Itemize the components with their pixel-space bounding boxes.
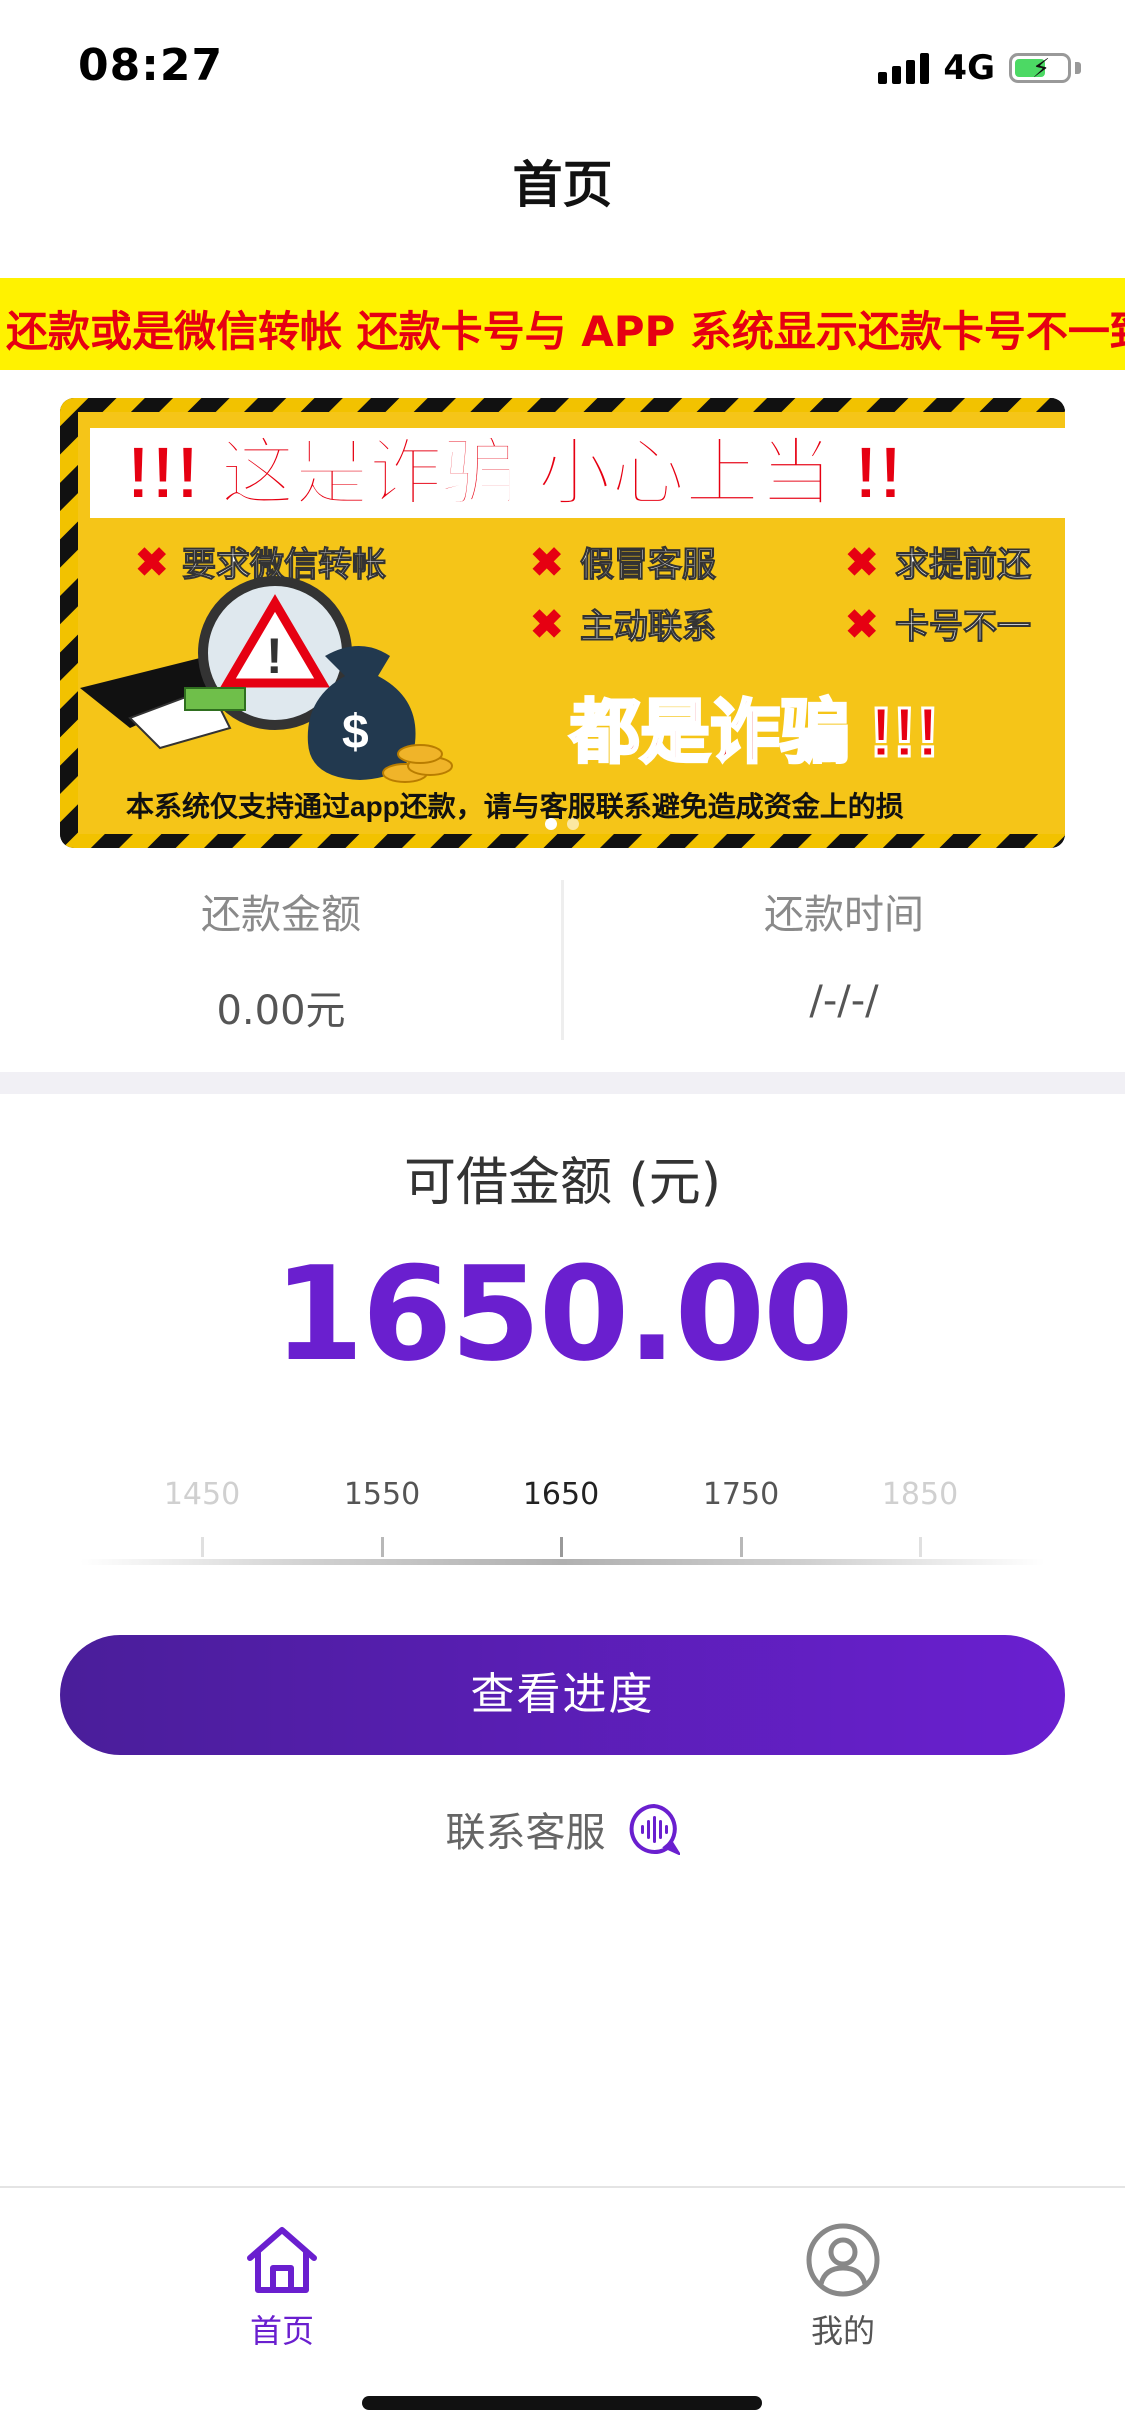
ruler-tick <box>381 1537 384 1557</box>
ruler-tick-label: 1550 <box>343 1477 421 1512</box>
banner-item-2: 假冒客服 <box>580 545 716 584</box>
ruler-track <box>80 1559 1045 1565</box>
repay-amount-label: 还款金额 <box>201 892 361 938</box>
ruler-tick-label-selected: 1650 <box>522 1477 600 1512</box>
tab-home[interactable]: 首页 <box>182 2220 382 2352</box>
svg-text:$: $ <box>342 706 369 759</box>
battery-cap <box>1075 62 1081 74</box>
ruler-tick-label: 1450 <box>163 1477 241 1512</box>
ruler-tick <box>201 1537 204 1557</box>
banner-item-3: 求提前还 <box>895 546 1032 584</box>
status-bar: 08:27 4G ⚡ <box>0 0 1125 135</box>
signal-icon <box>878 52 930 84</box>
banner-dot-1[interactable] <box>545 818 557 830</box>
page-title: 首页 <box>512 156 613 214</box>
svg-text:✖: ✖ <box>135 541 169 585</box>
home-icon <box>247 2227 317 2293</box>
banner-graphic: !!! 这是诈骗 小心上当 !! ✖ 要求微信转帐 ✖ 假冒客服 ✖ 求提前还 … <box>60 398 1065 848</box>
tab-home-label: 首页 <box>249 2312 314 2350</box>
loan-amount-value: 1650.00 <box>273 1238 853 1390</box>
contact-service-label[interactable]: 联系客服 <box>446 1800 606 1858</box>
repay-amount-value: 0.00元 <box>216 988 346 1034</box>
contact-service-link[interactable]: 联系客服 <box>0 1800 1125 1858</box>
banner-footer: 本系统仅支持通过app还款，请与客服联系避免造成资金上的损 <box>126 790 904 822</box>
ruler-tick <box>740 1537 743 1557</box>
repay-amount: 还款金额 0.00元 <box>0 870 562 1036</box>
svg-text:✖: ✖ <box>845 541 879 585</box>
ruler-tick <box>919 1537 922 1557</box>
customer-service-icon[interactable] <box>628 1803 680 1855</box>
banner-pagination[interactable] <box>545 818 579 830</box>
view-progress-button[interactable]: 查看进度 <box>60 1635 1065 1755</box>
loan-amount-label: 可借金额 (元) <box>403 1153 722 1213</box>
notice-text: 还款或是微信转帐 还款卡号与 APP 系统显示还款卡号不一致 <box>6 307 1125 356</box>
home-indicator <box>362 2396 762 2410</box>
svg-text:✖: ✖ <box>530 603 564 647</box>
banner-dot-2[interactable] <box>567 818 579 830</box>
tab-mine[interactable]: 我的 <box>743 2220 943 2352</box>
ruler-tick <box>560 1537 563 1557</box>
svg-text:✖: ✖ <box>530 541 564 585</box>
notice-marquee: 还款或是微信转帐 还款卡号与 APP 系统显示还款卡号不一致 <box>0 278 1125 370</box>
banner-item-4: 主动联系 <box>580 608 716 646</box>
ruler-tick-label: 1850 <box>881 1477 959 1512</box>
repay-summary: 还款金额 0.00元 还款时间 /-/-/ <box>0 870 1125 1045</box>
network-type: 4G <box>943 48 995 88</box>
tab-mine-label: 我的 <box>810 2312 875 2350</box>
repay-time-value: /-/-/ <box>809 978 879 1024</box>
profile-icon <box>806 2223 880 2297</box>
svg-text:!: ! <box>266 628 283 684</box>
svg-text:✖: ✖ <box>845 603 879 647</box>
banner-warning: 都是诈骗 !!! <box>569 693 939 771</box>
amount-ruler-slider[interactable]: 1450 1550 1650 1750 1850 <box>80 1465 1045 1575</box>
repay-time-label: 还款时间 <box>764 892 924 938</box>
battery-icon: ⚡ <box>1009 53 1071 84</box>
status-indicators: 4G ⚡ <box>878 48 1081 88</box>
section-divider <box>0 1072 1125 1094</box>
ruler-tick-label: 1750 <box>702 1477 780 1512</box>
status-time: 08:27 <box>78 40 224 91</box>
banner-item-5: 卡号不一 <box>895 608 1031 646</box>
warning-banner[interactable]: !!! 这是诈骗 小心上当 !! ✖ 要求微信转帐 ✖ 假冒客服 ✖ 求提前还 … <box>60 398 1065 848</box>
home-screen: 08:27 4G ⚡ 首页 还款或是微信转帐 还款卡号与 APP 系统显示还款卡… <box>0 0 1125 2436</box>
banner-headline: !!! 这是诈骗 小心上当 !! <box>126 431 903 514</box>
repay-time: 还款时间 /-/-/ <box>563 870 1125 1024</box>
